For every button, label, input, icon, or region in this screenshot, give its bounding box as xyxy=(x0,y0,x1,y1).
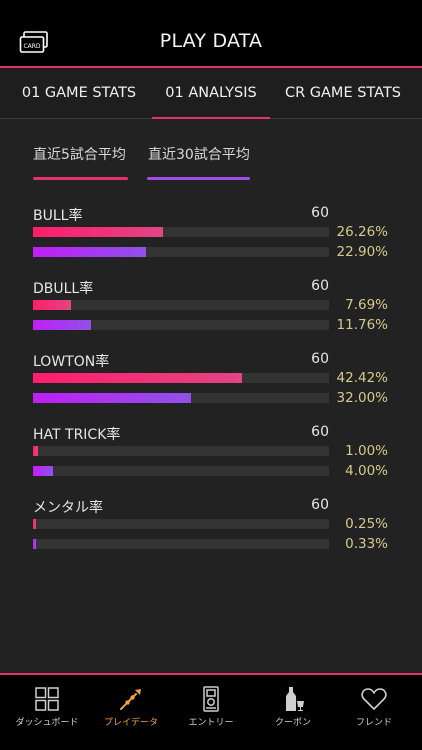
tab-01-game-stats[interactable]: 01 GAME STATS xyxy=(15,68,143,118)
stat-label: LOWTON率 xyxy=(33,354,110,370)
recent30-bar-track xyxy=(33,247,329,257)
recent30-bar-track xyxy=(33,393,329,403)
heart-icon xyxy=(361,688,387,710)
nav-dashboard[interactable]: ダッシュボード xyxy=(5,675,89,750)
recent5-percent: 1.00% xyxy=(345,443,388,459)
recent5-bar-track xyxy=(33,300,329,310)
recent30-bar xyxy=(33,320,92,330)
stat-block: メンタル率 60 0.25% 0.33% xyxy=(0,497,422,565)
bottom-nav: ダッシュボード プレイデータ エントリー クーポン フレンド xyxy=(0,675,422,750)
recent5-bar xyxy=(33,519,36,529)
recent30-bar-track xyxy=(33,539,329,549)
recent30-percent: 0.33% xyxy=(345,536,388,552)
recent30-bar-track xyxy=(33,466,329,476)
recent30-percent: 11.76% xyxy=(336,317,388,333)
dart-icon xyxy=(120,689,141,710)
page-title: PLAY DATA xyxy=(159,30,263,52)
legend-recent5-label: 直近5試合平均 xyxy=(33,147,126,163)
nav-dashboard-label: ダッシュボード xyxy=(15,718,79,728)
legend-recent30-swatch xyxy=(147,177,250,180)
recent30-bar-track xyxy=(33,320,329,330)
recent30-percent: 22.90% xyxy=(336,244,388,260)
dashboard-grid-icon xyxy=(35,687,59,711)
stat-block: BULL率 60 26.26% 22.90% xyxy=(0,205,422,273)
recent5-bar xyxy=(33,446,38,456)
nav-entry[interactable]: エントリー xyxy=(169,675,253,750)
recent5-percent: 26.26% xyxy=(336,224,388,240)
recent30-percent: 4.00% xyxy=(345,463,388,479)
stat-block: LOWTON率 60 42.42% 32.00% xyxy=(0,351,422,419)
recent30-bar xyxy=(33,393,191,403)
recent5-bar xyxy=(33,227,163,237)
recent5-bar xyxy=(33,373,243,383)
tab-cr-game-stats[interactable]: CR GAME STATS xyxy=(283,68,403,118)
recent30-percent: 32.00% xyxy=(336,390,388,406)
stat-label: BULL率 xyxy=(33,208,83,224)
dart-machine-icon xyxy=(203,686,219,712)
stat-block: DBULL率 60 7.69% 11.76% xyxy=(0,278,422,346)
nav-friend-label: フレンド xyxy=(355,718,392,728)
recent5-bar-track xyxy=(33,227,329,237)
recent5-bar xyxy=(33,300,71,310)
nav-coupon-label: クーポン xyxy=(274,718,311,728)
stat-block: HAT TRICK率 60 1.00% 4.00% xyxy=(0,424,422,492)
recent30-bar xyxy=(33,466,53,476)
legend-recent30-label: 直近30試合平均 xyxy=(148,147,250,163)
bottle-glass-icon xyxy=(286,687,304,711)
nav-play-data-label: プレイデータ xyxy=(103,718,158,728)
recent5-bar-track xyxy=(33,446,329,456)
recent5-percent: 42.42% xyxy=(336,370,388,386)
nav-entry-label: エントリー xyxy=(188,718,234,728)
stat-label: メンタル率 xyxy=(33,500,103,516)
header-bar: CARD PLAY DATA xyxy=(0,0,422,66)
stat-max-value: 60 xyxy=(311,424,329,440)
recent30-bar xyxy=(33,247,146,257)
legend-recent5-swatch xyxy=(33,177,128,180)
tab-bar: 01 GAME STATS 01 ANALYSIS CR GAME STATS xyxy=(0,68,422,119)
stat-label: HAT TRICK率 xyxy=(33,427,121,443)
recent5-percent: 7.69% xyxy=(345,297,388,313)
recent5-bar-track xyxy=(33,519,329,529)
stat-label: DBULL率 xyxy=(33,281,94,297)
stat-max-value: 60 xyxy=(311,278,329,294)
recent5-percent: 0.25% xyxy=(345,516,388,532)
tab-01-analysis[interactable]: 01 ANALYSIS xyxy=(152,68,270,119)
stat-max-value: 60 xyxy=(311,351,329,367)
stat-max-value: 60 xyxy=(311,205,329,221)
recent5-bar-track xyxy=(33,373,329,383)
recent30-bar xyxy=(33,539,36,549)
nav-play-data[interactable]: プレイデータ xyxy=(89,675,173,750)
stat-max-value: 60 xyxy=(311,497,329,513)
nav-coupon[interactable]: クーポン xyxy=(251,675,335,750)
nav-friend[interactable]: フレンド xyxy=(332,675,416,750)
